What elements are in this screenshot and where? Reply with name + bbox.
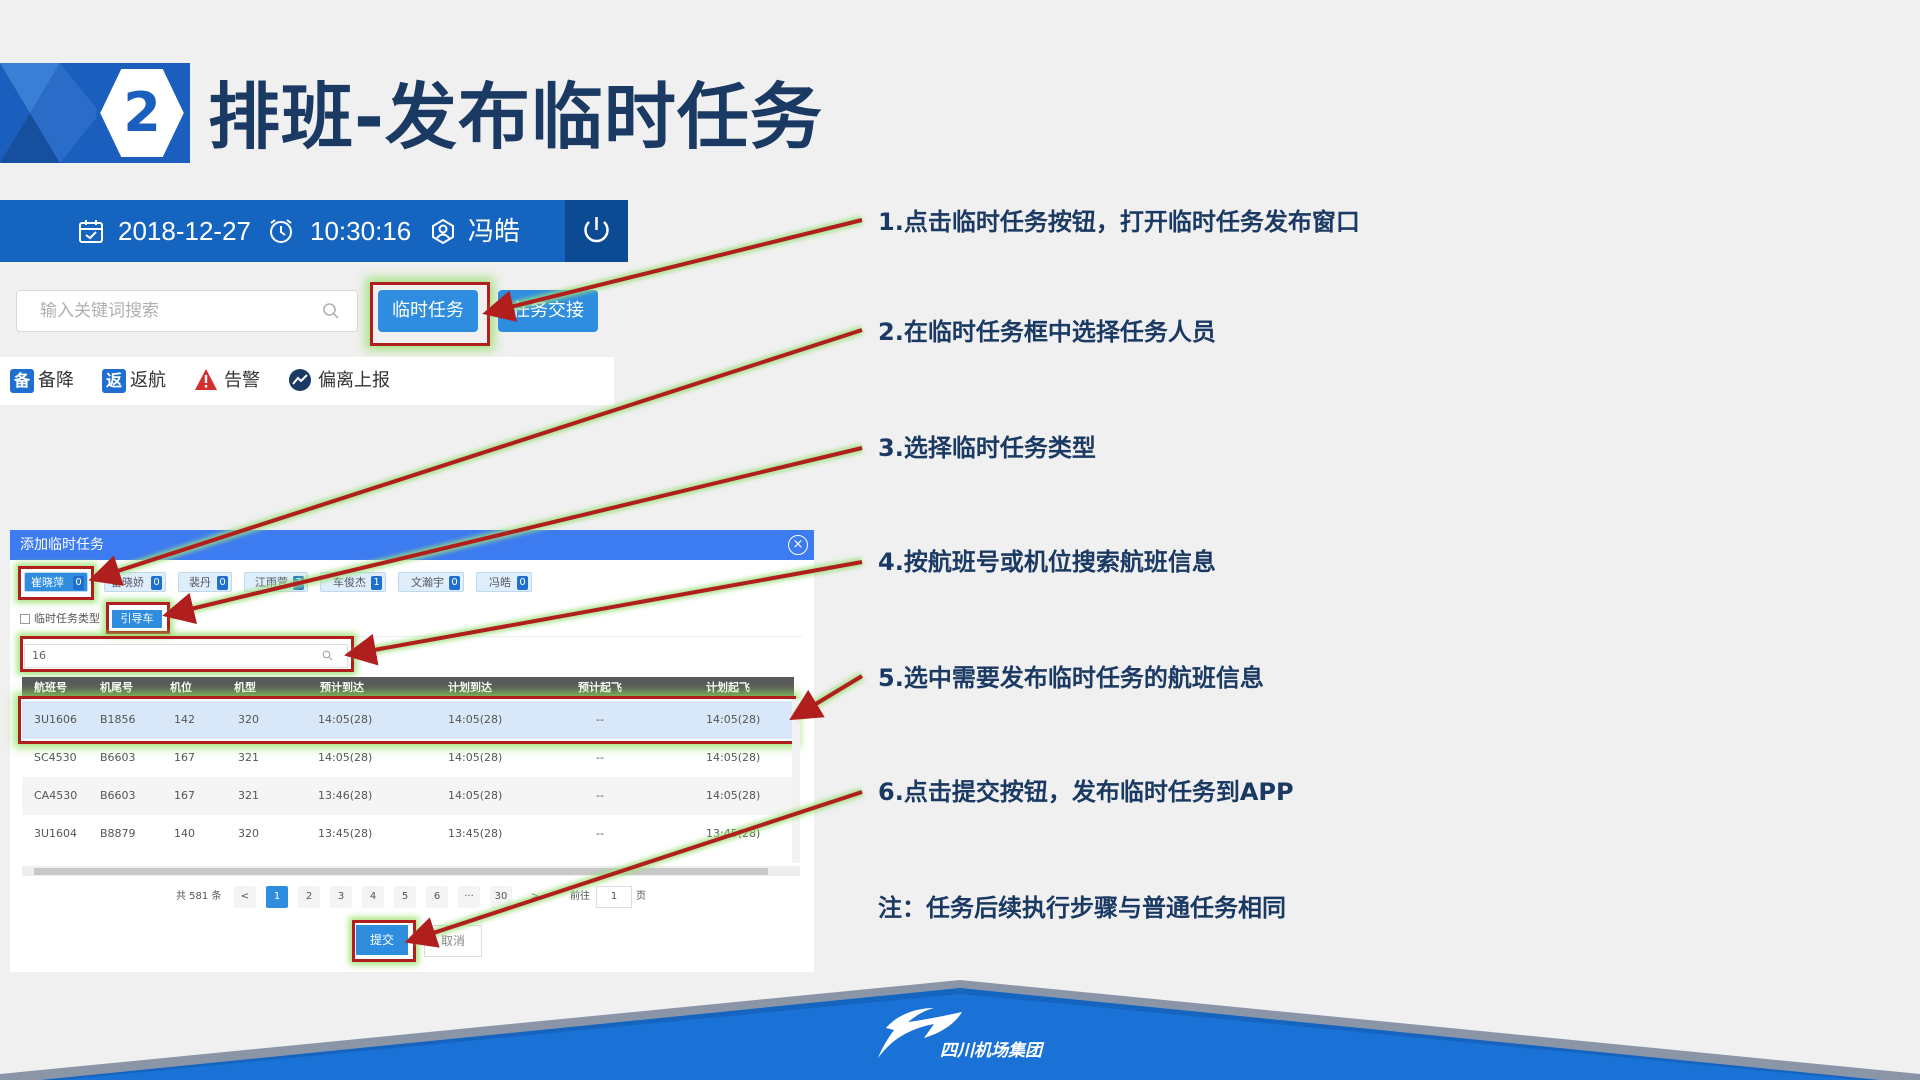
arrow-step-4 bbox=[344, 560, 863, 666]
step-4-text: 4.按航班号或机位搜索航班信息 bbox=[878, 548, 1216, 576]
step-3-text: 3.选择临时任务类型 bbox=[878, 434, 1096, 462]
step-2-text: 2.在临时任务框中选择任务人员 bbox=[878, 318, 1216, 346]
step-1-text: 1.点击临时任务按钮，打开临时任务发布窗口 bbox=[878, 208, 1360, 236]
arrow-step-1 bbox=[482, 218, 863, 322]
arrow-step-5 bbox=[789, 674, 864, 721]
note-text: 注：任务后续执行步骤与普通任务相同 bbox=[878, 894, 1286, 922]
step-5-text: 5.选中需要发布临时任务的航班信息 bbox=[878, 664, 1264, 692]
arrow-step-6 bbox=[404, 790, 863, 948]
arrow-step-3 bbox=[162, 446, 863, 624]
footer-logo-text: 四川机场集团 bbox=[940, 1041, 1042, 1061]
step-6-text: 6.点击提交按钮，发布临时任务到APP bbox=[878, 778, 1294, 806]
